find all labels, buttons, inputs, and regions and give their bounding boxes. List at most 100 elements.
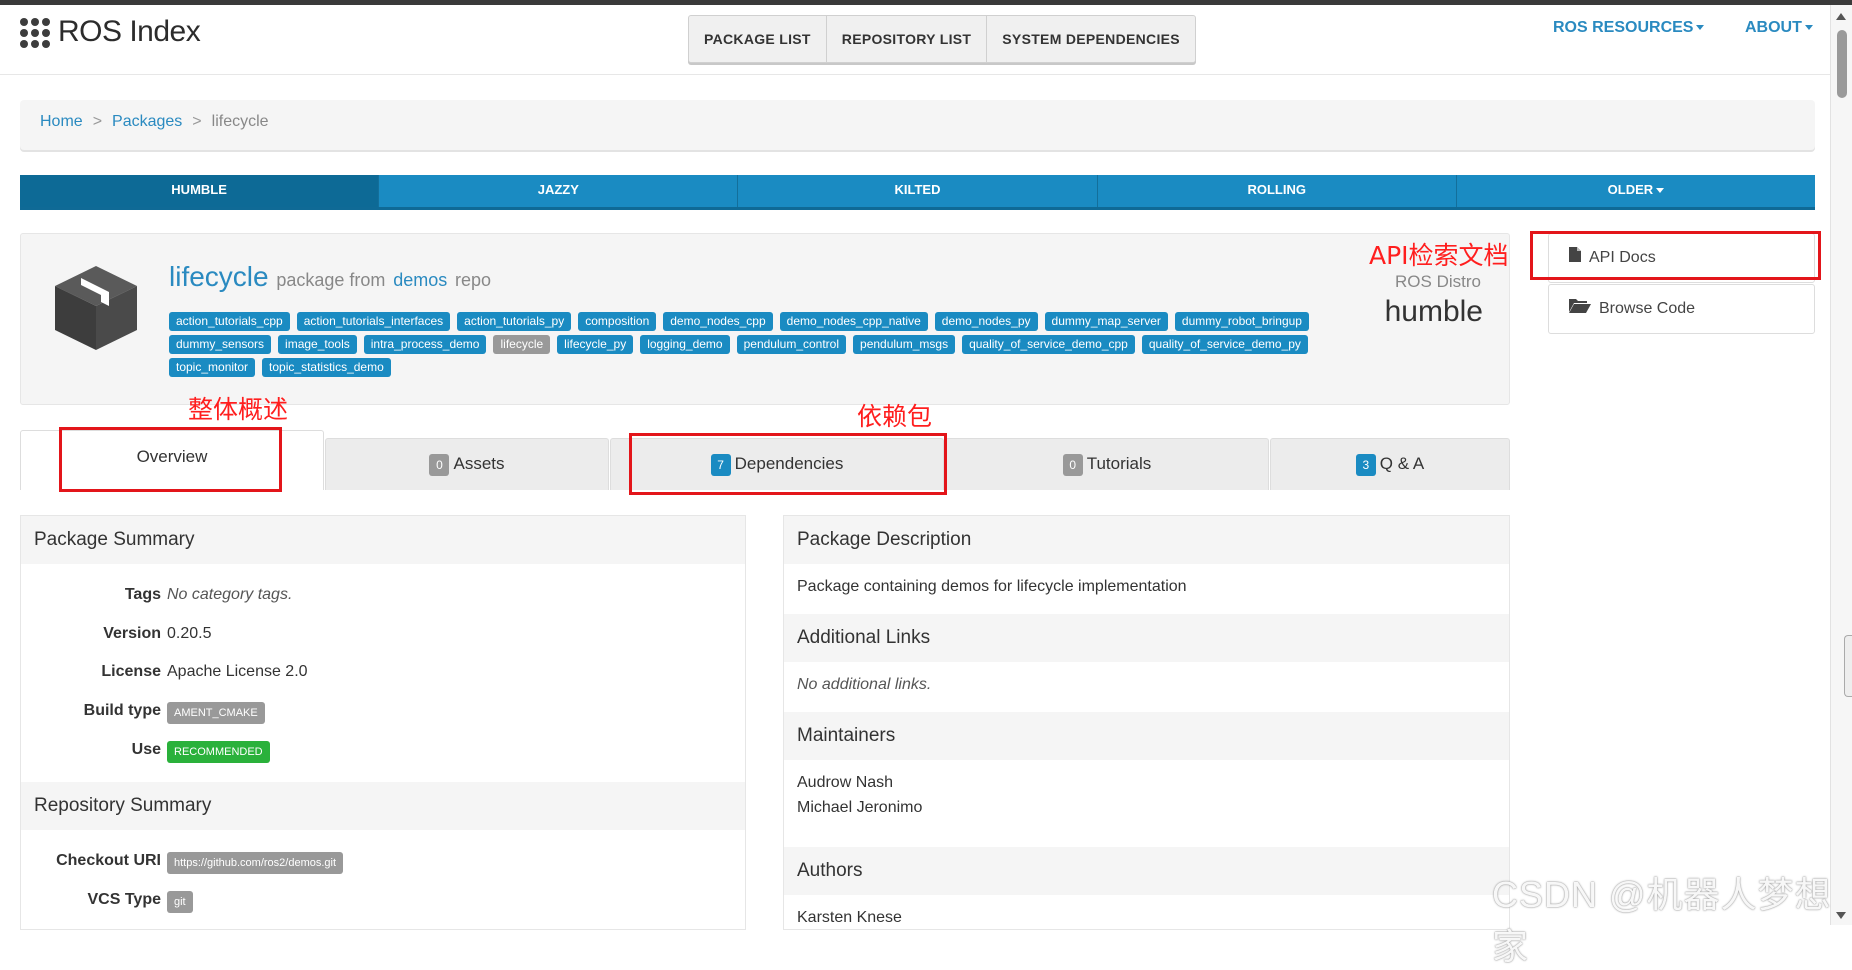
repo-vcs-key: VCS Type xyxy=(87,891,162,908)
package-tag[interactable]: demo_nodes_cpp_native xyxy=(779,312,928,331)
author-item: Karsten Knese xyxy=(797,909,902,926)
summary-version-value: 0.20.5 xyxy=(167,625,212,642)
package-tag[interactable]: action_tutorials_py xyxy=(457,312,572,331)
package-tag[interactable]: intra_process_demo xyxy=(363,335,487,354)
package-tag[interactable]: dummy_map_server xyxy=(1044,312,1168,331)
vcs-type-badge: git xyxy=(167,891,193,913)
additional-links-title: Additional Links xyxy=(784,614,1509,662)
package-from-text: package from xyxy=(276,270,386,290)
summary-version-key: Version xyxy=(103,625,161,642)
tab-assets[interactable]: 0 Assets xyxy=(325,438,609,490)
summary-build-key: Build type xyxy=(83,702,161,719)
checkout-uri-badge[interactable]: https://github.com/ros2/demos.git xyxy=(167,852,344,874)
package-tag[interactable]: pendulum_msgs xyxy=(853,335,956,354)
distro-tab-humble[interactable]: HUMBLE xyxy=(20,175,380,207)
package-tag[interactable]: composition xyxy=(578,312,657,331)
nav-system-dependencies[interactable]: SYSTEM DEPENDENCIES xyxy=(987,16,1195,62)
scroll-thumb[interactable] xyxy=(1837,30,1847,98)
distro-tab-jazzy[interactable]: JAZZY xyxy=(379,175,739,207)
browse-code-button[interactable]: Browse Code xyxy=(1548,284,1815,334)
package-title: lifecycle package from demos repo xyxy=(169,261,491,293)
distro-older-label: OLDER xyxy=(1607,182,1654,197)
ros-distro-label: ROS Distro xyxy=(1395,272,1481,291)
breadcrumb-home[interactable]: Home xyxy=(40,113,83,130)
breadcrumb-separator: > xyxy=(92,113,103,130)
package-repo-link[interactable]: demos xyxy=(393,270,447,290)
tutorials-count-badge: 0 xyxy=(1062,453,1083,476)
ros-distro-name: humble xyxy=(1384,295,1483,328)
package-tag[interactable]: lifecycle_py xyxy=(557,335,634,354)
package-tag[interactable]: demo_nodes_cpp xyxy=(663,312,773,331)
caret-down-icon xyxy=(1696,25,1705,31)
package-name[interactable]: lifecycle xyxy=(169,261,269,292)
brand-name: ROS Index xyxy=(58,15,201,48)
package-box-icon xyxy=(55,266,137,350)
distro-tabs: HUMBLE JAZZY KILTED ROLLING OLDER xyxy=(20,175,1815,207)
assets-count-badge: 0 xyxy=(429,453,450,476)
package-tag[interactable]: action_tutorials_interfaces xyxy=(296,312,451,331)
package-tag[interactable]: dummy_robot_bringup xyxy=(1174,312,1309,331)
tab-assets-label: Assets xyxy=(453,454,505,473)
breadcrumb-separator: > xyxy=(192,113,202,130)
repository-summary-title: Repository Summary xyxy=(21,782,745,830)
package-tag[interactable]: topic_monitor xyxy=(169,358,256,377)
nav-ros-resources-label: ROS RESOURCES xyxy=(1553,19,1694,36)
build-type-badge: AMENT_CMAKE xyxy=(167,702,265,724)
package-tag[interactable]: topic_statistics_demo xyxy=(262,358,391,377)
maintainer-item: Michael Jeronimo xyxy=(797,799,923,816)
browse-code-label: Browse Code xyxy=(1599,300,1696,318)
annotation-box-overview xyxy=(59,427,282,492)
summary-license-key: License xyxy=(101,663,161,680)
maintainers-title: Maintainers xyxy=(784,712,1509,760)
authors-title: Authors xyxy=(784,847,1509,895)
package-tag[interactable]: demo_nodes_py xyxy=(934,312,1038,331)
nav-about[interactable]: ABOUT xyxy=(1745,19,1813,37)
package-summary-panel: Package Summary Tags No category tags. V… xyxy=(20,515,746,930)
qa-count-badge: 3 xyxy=(1355,453,1376,476)
tab-qa-label: Q & A xyxy=(1379,454,1425,473)
package-tag[interactable]: dummy_sensors xyxy=(169,335,272,354)
tab-qa[interactable]: 3Q & A xyxy=(1270,438,1510,490)
annotation-box-dependencies xyxy=(629,433,947,495)
breadcrumb-packages[interactable]: Packages xyxy=(112,113,182,130)
package-repo-suffix: repo xyxy=(455,270,492,290)
package-tag[interactable]: quality_of_service_demo_cpp xyxy=(962,335,1135,354)
package-tag[interactable]: logging_demo xyxy=(640,335,730,354)
nav-package-list[interactable]: PACKAGE LIST xyxy=(689,16,827,62)
scroll-up-icon[interactable] xyxy=(1836,13,1846,20)
package-tag[interactable]: lifecycle xyxy=(493,335,551,354)
brand-logo[interactable]: ROS Index xyxy=(20,15,201,49)
package-header-panel: lifecycle package from demos repo action… xyxy=(20,233,1510,405)
distro-tab-older[interactable]: OLDER xyxy=(1457,175,1815,207)
breadcrumb: Home > Packages > lifecycle xyxy=(20,100,1815,150)
annotation-api: API检索文档 xyxy=(1369,241,1509,270)
top-navbar: ROS Index PACKAGE LIST REPOSITORY LIST S… xyxy=(0,5,1830,75)
breadcrumb-current: lifecycle xyxy=(211,113,269,130)
side-panel-handle[interactable] xyxy=(1844,635,1852,697)
annotation-box-api xyxy=(1530,231,1821,280)
distro-tab-kilted[interactable]: KILTED xyxy=(738,175,1098,207)
repo-checkout-key: Checkout URI xyxy=(56,852,161,869)
package-tag-list: action_tutorials_cpp action_tutorials_int… xyxy=(169,312,1349,377)
nav-ros-resources[interactable]: ROS RESOURCES xyxy=(1553,19,1705,37)
annotation-overview: 整体概述 xyxy=(188,395,289,424)
distro-tab-rolling[interactable]: ROLLING xyxy=(1098,175,1457,207)
caret-down-icon xyxy=(1804,25,1813,31)
package-tag[interactable]: quality_of_service_demo_py xyxy=(1141,335,1308,354)
ros-dots-icon xyxy=(20,18,50,48)
vertical-scrollbar[interactable] xyxy=(1830,5,1852,925)
package-tag[interactable]: pendulum_control xyxy=(736,335,847,354)
caret-down-icon xyxy=(1656,188,1665,194)
package-description-title: Package Description xyxy=(784,516,1509,564)
package-description-panel: Package Description Package containing d… xyxy=(783,515,1510,930)
summary-license-value: Apache License 2.0 xyxy=(167,663,308,680)
package-tag[interactable]: action_tutorials_cpp xyxy=(169,312,290,331)
annotation-deps: 依赖包 xyxy=(857,402,933,431)
csdn-watermark: CSDN @机器人梦想家 xyxy=(1492,874,1832,967)
package-description-text: Package containing demos for lifecycle i… xyxy=(797,578,1187,595)
summary-tags-value: No category tags. xyxy=(167,586,293,603)
tab-tutorials[interactable]: 0 Tutorials xyxy=(945,438,1269,490)
nav-repository-list[interactable]: REPOSITORY LIST xyxy=(827,16,988,62)
package-tag[interactable]: image_tools xyxy=(278,335,357,354)
nav-about-label: ABOUT xyxy=(1745,19,1802,36)
